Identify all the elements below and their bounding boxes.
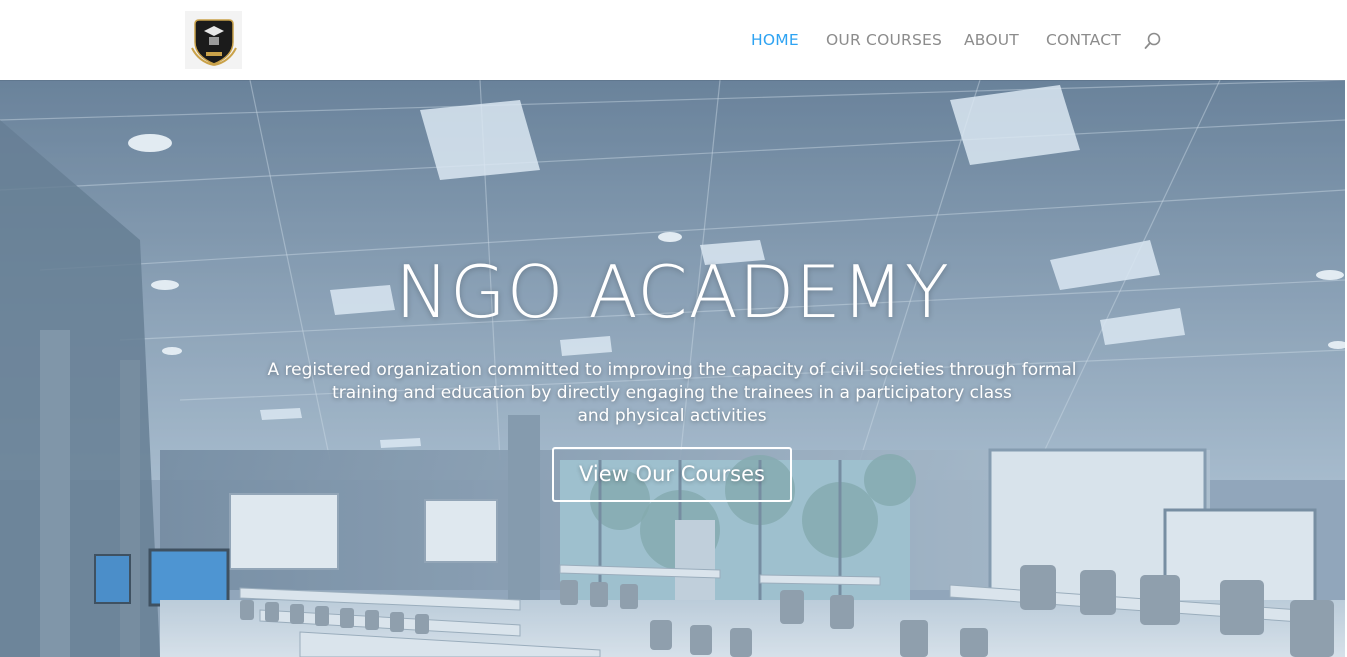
hero-section: NGO ACADEMY A registered organization co… xyxy=(0,80,1345,657)
nav-contact[interactable]: CONTACT xyxy=(1046,31,1121,49)
nav-about[interactable]: ABOUT xyxy=(964,31,1019,49)
hero-description-line-1: A registered organization committed to i… xyxy=(267,360,1077,380)
hero-title: NGO ACADEMY xyxy=(395,250,950,334)
search-icon[interactable] xyxy=(1144,32,1162,50)
site-header: HOME OUR COURSES ABOUT CONTACT xyxy=(0,0,1347,80)
hero-description: A registered organization committed to i… xyxy=(262,359,1082,428)
nav-our-courses[interactable]: OUR COURSES xyxy=(826,31,942,49)
nav-home[interactable]: HOME xyxy=(751,31,799,49)
hero-description-line-3: and physical activities xyxy=(577,406,767,426)
hero-description-line-2: training and education by directly engag… xyxy=(332,383,1012,403)
view-our-courses-button[interactable]: View Our Courses xyxy=(552,447,792,502)
